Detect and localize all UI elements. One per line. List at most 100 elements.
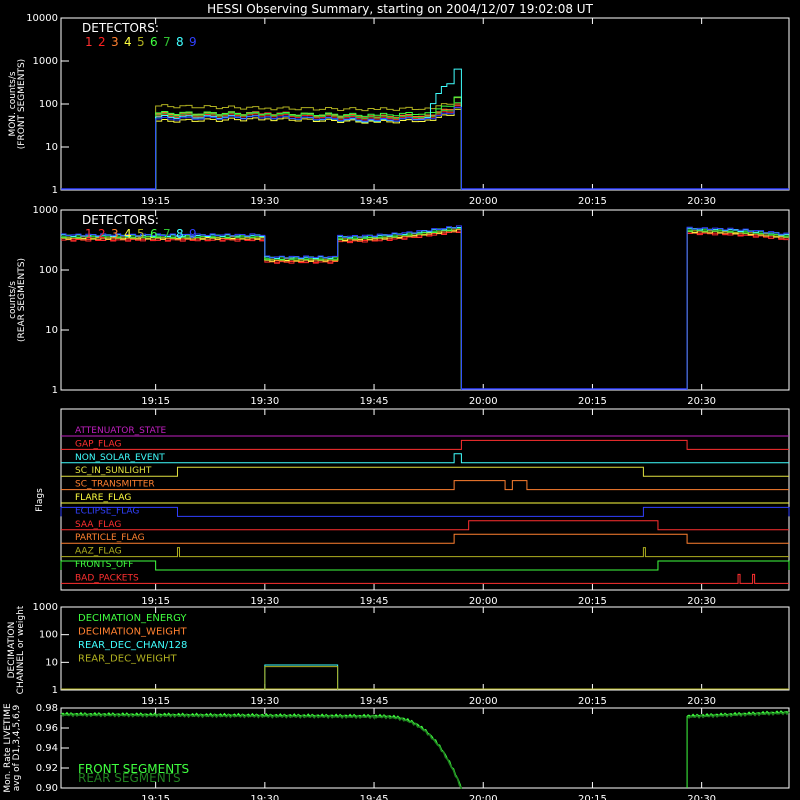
rear-series-det2 (61, 230, 789, 390)
rear-panel-ytick-label: 1 (52, 385, 58, 396)
livetime-legend-item: REAR SEGMENTS (78, 771, 181, 785)
flag-label: PARTICLE_FLAG (75, 533, 145, 543)
flags-panel-xtick-label: 20:00 (469, 596, 498, 607)
flags-panel-xtick-label: 19:30 (250, 596, 279, 607)
flag-label: SC_IN_SUNLIGHT (75, 466, 152, 476)
rear-panel-legend-item: 7 (163, 227, 171, 241)
livetime-panel-ytick-label: 0.96 (36, 723, 58, 734)
decimation-step (264, 666, 339, 690)
front-panel-legend-item: 9 (189, 35, 197, 49)
flag-label: ATTENUATOR_STATE (75, 426, 167, 436)
rear-panel-legend-item: 5 (137, 227, 145, 241)
front-panel-xtick-label: 20:30 (687, 196, 716, 207)
figure-title: HESSI Observing Summary, starting on 200… (207, 2, 593, 16)
front-panel-xtick-label: 19:15 (141, 196, 170, 207)
flag-label: SC_TRANSMITTER (75, 480, 155, 490)
front-series-det4 (155, 108, 462, 190)
livetime-panel-ylabel: avg of D1,3,4,5,6,9 (12, 704, 22, 791)
front-panel-ytick-label: 1000 (33, 56, 58, 67)
livetime-panel-ytick-label: 0.90 (36, 783, 58, 794)
decimation-legend-item: REAR_DEC_WEIGHT (78, 654, 177, 665)
livetime-panel-ytick-label: 0.98 (36, 703, 58, 714)
decimation-legend-item: REAR_DEC_CHAN/128 (78, 640, 187, 651)
flags-panel-xtick-label: 19:45 (360, 596, 389, 607)
rear-panel-ylabel: (REAR SEGMENTS) (17, 258, 27, 342)
livetime-panel-xtick-label: 19:15 (141, 794, 170, 800)
flag-trace (61, 533, 789, 544)
decimation-panel-xtick-label: 20:00 (469, 696, 498, 707)
flags-panel-xtick-label: 20:30 (687, 596, 716, 607)
front-series-det9 (155, 106, 462, 190)
rear-panel-xtick-label: 20:30 (687, 396, 716, 407)
flag-trace (61, 453, 789, 464)
front-panel-xtick-label: 19:30 (250, 196, 279, 207)
decimation-step (264, 664, 339, 690)
front-panel-legend-item: 7 (163, 35, 171, 49)
livetime-panel-ytick-label: 0.94 (36, 743, 58, 754)
rear-panel-ytick-label: 100 (39, 265, 58, 276)
rear-panel-legend-item: 3 (111, 227, 119, 241)
front-panel-legend-item: 8 (176, 35, 184, 49)
decimation-panel-ytick-label: 1 (52, 685, 58, 696)
rear-series-det1 (61, 231, 789, 390)
rear-series-det9 (61, 225, 789, 390)
front-series-det5 (155, 97, 462, 190)
front-panel-legend-item: 2 (98, 35, 106, 49)
livetime-panel-ytick-label: 0.92 (36, 763, 58, 774)
decimation-legend-item: DECIMATION_ENERGY (78, 613, 187, 624)
decimation-panel-xtick-label: 19:30 (250, 696, 279, 707)
front-panel-xtick-label: 20:15 (578, 196, 607, 207)
flags-panel-xtick-label: 20:15 (578, 596, 607, 607)
rear-series-det4 (61, 227, 789, 390)
front-series-det6 (155, 96, 462, 190)
front-panel-legend-title: DETECTORS: (82, 21, 159, 35)
rear-series-det5 (61, 227, 789, 390)
front-panel-ytick-label: 1 (52, 185, 58, 196)
flag-trace (61, 439, 789, 450)
rear-panel-legend-item: 9 (189, 227, 197, 241)
front-panel-xtick-label: 19:45 (360, 196, 389, 207)
rear-series-det3 (61, 228, 789, 390)
front-panel-xtick-label: 20:00 (469, 196, 498, 207)
hessi-summary-figure: HESSI Observing Summary, starting on 200… (3, 2, 790, 800)
flag-label: SAA_FLAG (75, 520, 121, 530)
rear-series-det8 (61, 226, 789, 390)
rear-panel-xtick-label: 20:15 (578, 396, 607, 407)
front-panel-legend-item: 4 (124, 35, 132, 49)
decimation-panel-xtick-label: 20:15 (578, 696, 607, 707)
front-series-det8 (155, 68, 462, 190)
flag-trace (61, 547, 789, 558)
flag-label: FLARE_FLAG (75, 493, 131, 503)
rear-panel-legend-item: 2 (98, 227, 106, 241)
rear-series-det6 (61, 227, 789, 390)
rear-panel-legend-item: 1 (85, 227, 93, 241)
front-panel-ytick-label: 10 (45, 142, 58, 153)
decimation-panel-xtick-label: 20:30 (687, 696, 716, 707)
decimation-panel-ytick-label: 10 (45, 657, 58, 668)
decimation-legend-item: DECIMATION_WEIGHT (78, 627, 187, 638)
flag-label: ECLIPSE_FLAG (75, 506, 139, 516)
flags-panel-xtick-label: 19:15 (141, 596, 170, 607)
flag-trace (60, 506, 790, 517)
rear-panel-ytick-label: 10 (45, 325, 58, 336)
flag-trace (61, 466, 789, 477)
rear-panel-xtick-label: 19:45 (360, 396, 389, 407)
decimation-panel-xtick-label: 19:45 (360, 696, 389, 707)
front-panel-ytick-label: 100 (39, 99, 58, 110)
livetime-panel-xtick-label: 20:15 (578, 794, 607, 800)
flag-trace (61, 573, 789, 584)
front-panel-legend-item: 3 (111, 35, 119, 49)
livetime-panel-xtick-label: 19:30 (250, 794, 279, 800)
livetime-panel-xtick-label: 20:30 (687, 794, 716, 800)
decimation-panel-ytick-label: 1000 (33, 602, 58, 613)
front-panel-ylabel: (FRONT SEGMENTS) (17, 59, 27, 149)
rear-panel-xtick-label: 20:00 (469, 396, 498, 407)
decimation-panel-xtick-label: 19:15 (141, 696, 170, 707)
rear-panel-xtick-label: 19:15 (141, 396, 170, 407)
front-panel-legend-item: 5 (137, 35, 145, 49)
flag-trace (61, 520, 789, 531)
rear-panel-xtick-label: 19:30 (250, 396, 279, 407)
rear-panel-legend-item: 6 (150, 227, 158, 241)
decimation-panel-ylabel: CHANNEL or weight (16, 605, 26, 694)
flag-trace (61, 480, 789, 491)
